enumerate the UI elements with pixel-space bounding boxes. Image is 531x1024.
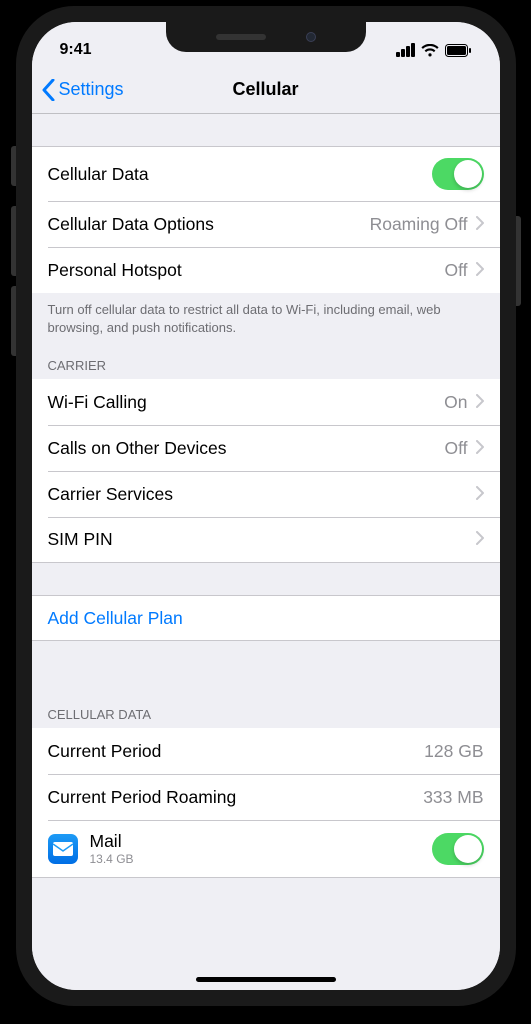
- mail-switch[interactable]: [432, 833, 484, 865]
- screen: 9:41 Settings Cellular Cellular D: [32, 22, 500, 990]
- row-add-cellular-plan[interactable]: Add Cellular Plan: [32, 595, 500, 641]
- phone-frame: 9:41 Settings Cellular Cellular D: [16, 6, 516, 1006]
- cellular-options-value: Roaming Off: [370, 214, 468, 235]
- chevron-right-icon: [476, 260, 484, 281]
- row-wifi-calling[interactable]: Wi-Fi Calling On: [32, 379, 500, 425]
- carrier-header: Carrier: [32, 352, 500, 379]
- group-carrier: Carrier Wi-Fi Calling On Calls on Other …: [32, 352, 500, 563]
- status-time: 9:41: [60, 41, 92, 59]
- cellular-data-switch[interactable]: [432, 158, 484, 190]
- mail-usage: 13.4 GB: [90, 852, 432, 866]
- mail-label: Mail: [90, 831, 432, 852]
- row-carrier-services[interactable]: Carrier Services: [32, 471, 500, 517]
- group-cellular: Cellular Data Cellular Data Options Roam…: [32, 146, 500, 340]
- content-scroll[interactable]: Cellular Data Cellular Data Options Roam…: [32, 114, 500, 990]
- other-devices-value: Off: [444, 438, 467, 459]
- notch: [166, 22, 366, 52]
- hotspot-value: Off: [444, 260, 467, 281]
- current-period-label: Current Period: [48, 741, 425, 762]
- row-current-period: Current Period 128 GB: [32, 728, 500, 774]
- add-plan-label: Add Cellular Plan: [48, 608, 484, 629]
- chevron-right-icon: [476, 214, 484, 235]
- back-button[interactable]: Settings: [42, 79, 124, 101]
- home-indicator[interactable]: [196, 977, 336, 982]
- roaming-value: 333 MB: [423, 787, 483, 808]
- chevron-right-icon: [476, 438, 484, 459]
- current-period-value: 128 GB: [424, 741, 483, 762]
- cellular-footer: Turn off cellular data to restrict all d…: [32, 293, 500, 340]
- row-current-period-roaming: Current Period Roaming 333 MB: [32, 774, 500, 820]
- cellular-signal-icon: [396, 43, 415, 57]
- hotspot-label: Personal Hotspot: [48, 260, 445, 281]
- wifi-icon: [421, 44, 439, 57]
- chevron-right-icon: [476, 484, 484, 505]
- battery-icon: [445, 44, 472, 57]
- mail-app-icon: [48, 834, 78, 864]
- wifi-calling-value: On: [444, 392, 467, 413]
- group-data-usage: Cellular Data Current Period 128 GB Curr…: [32, 701, 500, 878]
- roaming-label: Current Period Roaming: [48, 787, 424, 808]
- back-label: Settings: [59, 79, 124, 100]
- other-devices-label: Calls on Other Devices: [48, 438, 445, 459]
- row-calls-other-devices[interactable]: Calls on Other Devices Off: [32, 425, 500, 471]
- row-cellular-data-options[interactable]: Cellular Data Options Roaming Off: [32, 201, 500, 247]
- sim-pin-label: SIM PIN: [48, 529, 476, 550]
- cellular-data-label: Cellular Data: [48, 164, 432, 185]
- row-app-mail[interactable]: Mail 13.4 GB: [32, 820, 500, 878]
- data-usage-header: Cellular Data: [32, 701, 500, 728]
- wifi-calling-label: Wi-Fi Calling: [48, 392, 445, 413]
- chevron-right-icon: [476, 529, 484, 550]
- group-add-plan: Add Cellular Plan: [32, 595, 500, 641]
- cellular-options-label: Cellular Data Options: [48, 214, 370, 235]
- carrier-services-label: Carrier Services: [48, 484, 476, 505]
- row-sim-pin[interactable]: SIM PIN: [32, 517, 500, 563]
- row-personal-hotspot[interactable]: Personal Hotspot Off: [32, 247, 500, 293]
- chevron-right-icon: [476, 392, 484, 413]
- row-cellular-data[interactable]: Cellular Data: [32, 146, 500, 201]
- nav-bar: Settings Cellular: [32, 66, 500, 114]
- chevron-left-icon: [42, 79, 55, 101]
